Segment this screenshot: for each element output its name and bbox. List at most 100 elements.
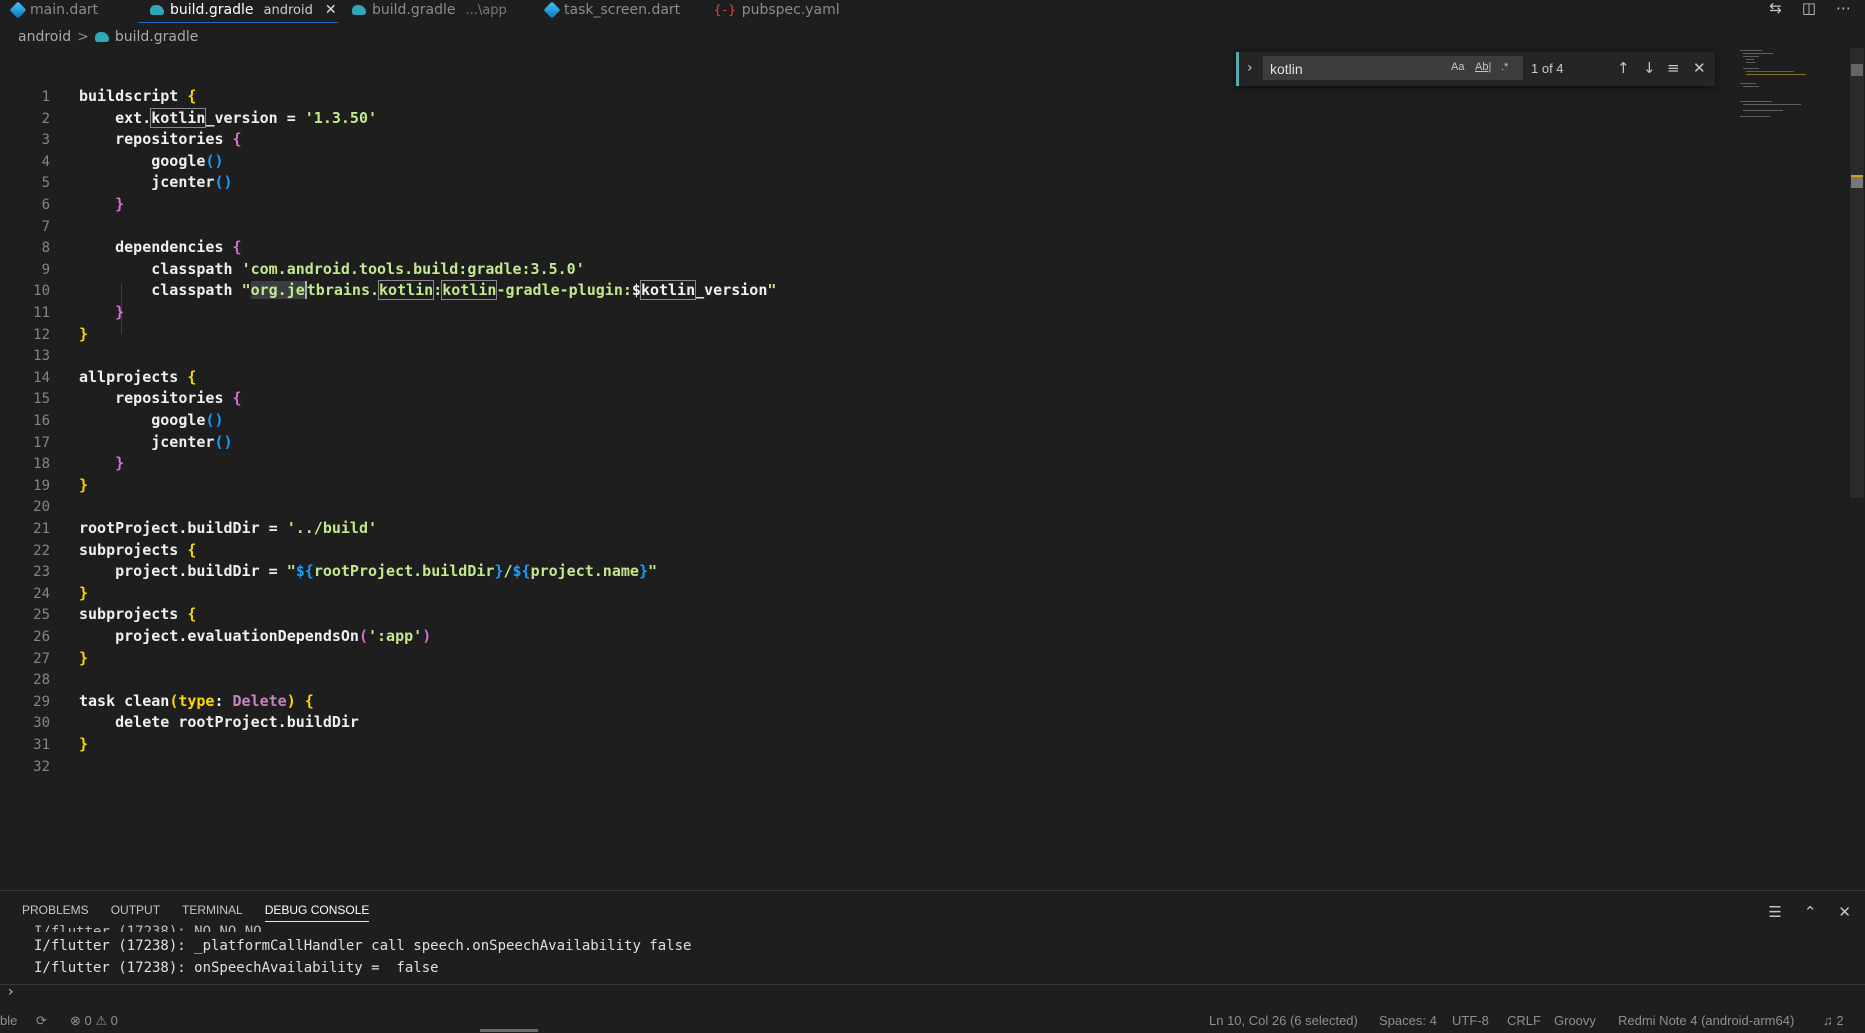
tab-terminal[interactable]: TERMINAL [182, 903, 243, 922]
tab-label: task_screen.dart [564, 2, 681, 18]
chevron-right-icon[interactable]: › [1247, 60, 1253, 76]
code-line: 23 project.buildDir = "${rootProject.bui… [0, 561, 657, 582]
console-line: I/flutter (17238): onSpeechAvailability … [34, 960, 439, 976]
line-number: 8 [41, 240, 50, 257]
bell-icon: ♫ [1823, 1013, 1833, 1028]
dart-icon [9, 1, 27, 19]
line-number: 26 [33, 629, 50, 645]
code-line: 20 [0, 496, 50, 517]
console-line: I/flutter (17238): _platformCallHandler … [34, 938, 692, 954]
tab-build-gradle-android[interactable]: build.gradle android ✕ [150, 0, 337, 20]
dart-icon [543, 1, 561, 19]
tab-task-screen-dart[interactable]: task_screen.dart [543, 0, 681, 20]
language-mode[interactable]: Groovy [1554, 1013, 1596, 1028]
match-count: 1 of 4 [1531, 61, 1564, 76]
code-line: 18 } [0, 453, 124, 474]
code-line: 24} [0, 583, 88, 604]
line-number: 4 [41, 153, 50, 170]
line-number: 30 [33, 715, 50, 732]
close-icon[interactable]: ✕ [325, 2, 337, 18]
tab-main-dart[interactable]: main.dart [9, 0, 99, 20]
split-editor-icon[interactable]: ◫ [1802, 0, 1816, 17]
editor-actions: ⇆ ◫ ⋯ [1769, 0, 1851, 17]
match-whole-word-toggle[interactable]: Ab| [1475, 61, 1491, 73]
line-number: 19 [33, 477, 50, 494]
yaml-icon: {-} [714, 3, 736, 17]
clear-console-icon[interactable]: ☰ [1768, 903, 1781, 921]
panel-tabs: PROBLEMS OUTPUT TERMINAL DEBUG CONSOLE [22, 903, 370, 922]
line-number: 9 [41, 261, 50, 278]
gradle-icon [94, 32, 109, 42]
maximize-panel-icon[interactable]: ⌃ [1804, 903, 1817, 921]
code-line: 8 dependencies { [0, 237, 242, 258]
code-line: 16 google() [0, 410, 223, 431]
problems-indicator[interactable]: ⊗ 0 ⚠ 0 [70, 1013, 118, 1029]
code-line: 21 rootProject.buildDir = '../build' [0, 518, 377, 539]
code-line: 9 classpath 'com.android.tools.build:gra… [0, 259, 585, 280]
more-actions-icon[interactable]: ⋯ [1836, 0, 1851, 17]
line-number: 28 [33, 672, 50, 689]
panel-actions: ☰ ⌃ ✕ [1768, 903, 1851, 921]
code-line: 6 } [0, 194, 125, 215]
tab-label: pubspec.yaml [741, 2, 840, 18]
encoding[interactable]: UTF-8 [1452, 1013, 1489, 1028]
code-line: 30 delete rootProject.buildDir [0, 712, 359, 733]
minimap[interactable] [1740, 48, 1850, 118]
tab-description: ...\app [465, 2, 507, 18]
line-endings[interactable]: CRLF [1507, 1013, 1541, 1028]
breadcrumb-file[interactable]: build.gradle [115, 29, 199, 45]
find-in-selection-icon[interactable]: ≡ [1667, 59, 1680, 77]
active-tab-indicator [138, 22, 338, 23]
code-line: 5 jcenter() [0, 172, 233, 193]
line-number: 11 [33, 305, 50, 321]
sync-icon[interactable]: ⟳ [36, 1013, 47, 1029]
arrow-down-icon[interactable]: ↓ [1643, 59, 1656, 77]
line-number: 7 [41, 218, 50, 235]
line-number: 13 [33, 348, 50, 365]
device-selector[interactable]: Redmi Note 4 (android-arm64) [1618, 1013, 1794, 1028]
tab-output[interactable]: OUTPUT [111, 903, 160, 922]
vertical-scrollbar[interactable] [1850, 48, 1864, 498]
status-left-text[interactable]: ble [0, 1013, 17, 1028]
line-number: 15 [33, 391, 50, 408]
breadcrumb-folder[interactable]: android [18, 29, 71, 45]
status-bar: ble ⟳ ⊗ 0 ⚠ 0 Ln 10, Col 26 (6 selected)… [0, 1010, 1865, 1032]
tab-problems[interactable]: PROBLEMS [22, 903, 89, 922]
line-number: 22 [33, 542, 50, 559]
line-number: 27 [33, 650, 50, 667]
regex-toggle[interactable]: .* [1501, 61, 1508, 73]
code-line: 29 task clean(type: Delete) { [0, 691, 314, 712]
error-count: 0 [84, 1013, 92, 1028]
notifications[interactable]: ♫ 2 [1823, 1013, 1844, 1028]
line-number: 10 [33, 283, 50, 300]
line-number: 21 [33, 521, 50, 537]
code-line: 14 allprojects { [0, 367, 196, 388]
code-line: 19} [0, 475, 88, 496]
compare-icon[interactable]: ⇆ [1769, 0, 1782, 17]
line-number: 18 [33, 456, 50, 473]
cursor-position[interactable]: Ln 10, Col 26 (6 selected) [1209, 1013, 1358, 1028]
scrollbar-slider[interactable] [1851, 64, 1863, 76]
tab-debug-console[interactable]: DEBUG CONSOLE [264, 903, 370, 922]
gradle-icon [352, 5, 366, 15]
line-number: 23 [33, 564, 50, 581]
close-icon[interactable]: ✕ [1693, 59, 1706, 77]
close-panel-icon[interactable]: ✕ [1838, 903, 1851, 921]
tab-label: main.dart [30, 2, 99, 18]
console-line: I/flutter (17238): NO NO NO [34, 924, 262, 932]
indentation[interactable]: Spaces: 4 [1379, 1013, 1437, 1028]
tab-build-gradle-app[interactable]: build.gradle ...\app [352, 0, 507, 20]
line-number: 25 [33, 607, 50, 624]
line-number: 24 [33, 585, 50, 602]
tab-description: android [263, 2, 313, 18]
debug-console-input[interactable]: › [0, 984, 1865, 1003]
breadcrumb: android > build.gradle [18, 29, 198, 45]
arrow-up-icon[interactable]: ↑ [1617, 59, 1630, 77]
match-case-toggle[interactable]: Aa [1451, 61, 1464, 73]
editor-tab-bar: main.dart build.gradle android ✕ build.g… [0, 0, 1865, 22]
code-line: 17 jcenter() [0, 432, 232, 453]
code-line: 3 repositories { [0, 129, 242, 150]
code-editor[interactable]: 1 buildscript { 2 ext.kotlin_version = '1… [0, 86, 1740, 786]
tab-pubspec-yaml[interactable]: {-} pubspec.yaml [714, 0, 840, 20]
line-number: 16 [33, 413, 50, 429]
